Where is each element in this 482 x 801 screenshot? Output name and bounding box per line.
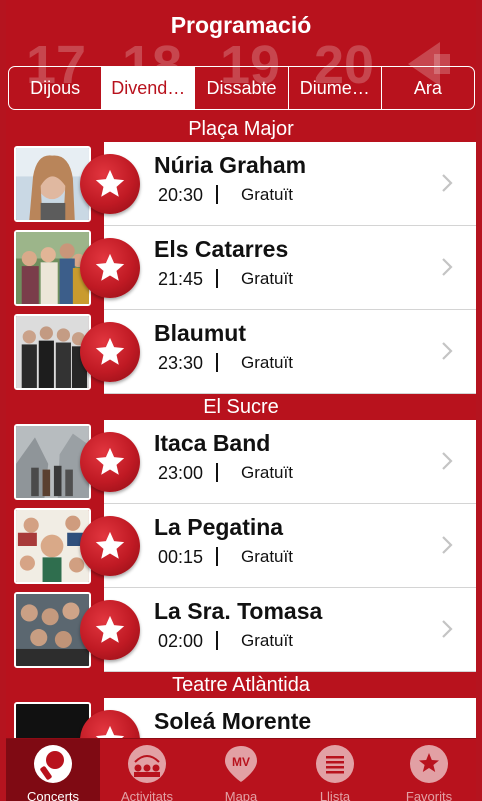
chevron-right-icon xyxy=(442,620,453,638)
tab-llista[interactable]: Llista xyxy=(288,739,382,801)
artist-name: Núria Graham xyxy=(154,152,307,178)
concert-row[interactable]: Els Catarres 21:45 Gratuït xyxy=(6,226,476,310)
chevron-right-icon xyxy=(442,452,453,470)
star-icon xyxy=(95,337,125,365)
concert-price: Gratuït xyxy=(241,631,293,650)
concert-price: Gratuït xyxy=(241,185,293,204)
tab-divendres[interactable]: Divend… xyxy=(102,67,196,109)
star-icon xyxy=(95,615,125,643)
favorite-star-button[interactable] xyxy=(80,600,140,660)
artist-name: Soleá Morente xyxy=(154,708,312,734)
concert-price: Gratuït xyxy=(241,547,293,566)
divider xyxy=(216,631,218,650)
artist-name: Itaca Band xyxy=(154,430,271,456)
star-icon xyxy=(410,745,448,783)
tab-label: Favorits xyxy=(405,789,453,801)
section-header: El Sucre xyxy=(6,394,476,420)
concert-row[interactable]: La Pegatina 00:15 Gratuït xyxy=(6,504,476,588)
favorite-star-button[interactable] xyxy=(80,432,140,492)
favorite-star-button[interactable] xyxy=(80,516,140,576)
app: 17 18 19 20 Programació Dijous Divend… D… xyxy=(6,0,476,801)
audience-icon xyxy=(128,745,166,783)
favorite-star-button[interactable] xyxy=(80,154,140,214)
section-header: Teatre Atlàntida xyxy=(6,672,476,698)
concert-time: 23:30 xyxy=(158,353,204,373)
day-tabs: Dijous Divend… Dissabte Diume… Ara xyxy=(8,66,475,110)
tab-activitats[interactable]: Activitats xyxy=(100,739,194,801)
tab-label: Activitats xyxy=(120,789,173,801)
header: 17 18 19 20 Programació Dijous Divend… D… xyxy=(6,0,476,116)
chevron-right-icon xyxy=(442,536,453,554)
concert-time: 21:45 xyxy=(158,269,204,289)
concert-price: Gratuït xyxy=(241,463,293,482)
star-icon xyxy=(95,725,125,738)
divider xyxy=(216,547,218,566)
section-header: Plaça Major xyxy=(6,116,476,142)
concert-list[interactable]: Plaça Major Núria Graham 20:30 Gratuït E… xyxy=(6,116,476,738)
tab-label: Llista xyxy=(319,789,351,801)
tab-dissabte[interactable]: Dissabte xyxy=(195,67,289,109)
concert-price: Gratuït xyxy=(241,353,293,372)
chevron-right-icon xyxy=(442,258,453,276)
tab-diumenge[interactable]: Diume… xyxy=(289,67,382,109)
divider xyxy=(216,185,218,204)
favorite-star-button[interactable] xyxy=(80,322,140,382)
artist-name: Els Catarres xyxy=(154,236,289,262)
microphone-icon xyxy=(34,745,72,783)
tab-dijous[interactable]: Dijous xyxy=(9,67,103,109)
svg-text:MV: MV xyxy=(232,755,250,769)
star-icon xyxy=(95,169,125,197)
artist-name: La Sra. Tomasa xyxy=(154,598,323,624)
concert-time: 02:00 xyxy=(158,631,204,651)
tab-label: Mapa xyxy=(224,789,258,801)
concert-row[interactable]: La Sra. Tomasa 02:00 Gratuït xyxy=(6,588,476,672)
concert-time: 23:00 xyxy=(158,463,204,483)
list-icon xyxy=(316,745,354,783)
concert-row[interactable]: Itaca Band 23:00 Gratuït xyxy=(6,420,476,504)
artist-name: Blaumut xyxy=(154,320,246,346)
chevron-right-icon xyxy=(442,342,453,360)
star-icon xyxy=(95,531,125,559)
page-title: Programació xyxy=(170,12,312,38)
concert-row[interactable]: Núria Graham 20:30 Gratuït xyxy=(6,142,476,226)
tab-ara[interactable]: Ara xyxy=(382,67,474,109)
favorite-star-button[interactable] xyxy=(80,238,140,298)
concert-time: 00:15 xyxy=(158,547,204,567)
concert-time: 20:30 xyxy=(158,185,204,205)
divider xyxy=(216,269,218,288)
concert-row[interactable]: Blaumut 23:30 Gratuït xyxy=(6,310,476,394)
star-icon xyxy=(95,253,125,281)
artist-photo xyxy=(14,702,91,738)
divider xyxy=(216,353,218,372)
star-icon xyxy=(95,447,125,475)
divider xyxy=(216,463,218,482)
bottom-tab-bar: Concerts Activitats MV Mapa Llista Favor… xyxy=(6,738,476,801)
tab-concerts[interactable]: Concerts xyxy=(6,739,100,801)
chevron-right-icon xyxy=(442,174,453,192)
concert-row[interactable]: Soleá Morente xyxy=(6,698,476,738)
tab-favorits[interactable]: Favorits xyxy=(382,739,476,801)
tab-mapa[interactable]: MV Mapa xyxy=(194,739,288,801)
concert-price: Gratuït xyxy=(241,269,293,288)
tab-label: Concerts xyxy=(26,789,80,801)
artist-name: La Pegatina xyxy=(154,514,284,540)
map-mv-icon: MV xyxy=(225,746,257,782)
